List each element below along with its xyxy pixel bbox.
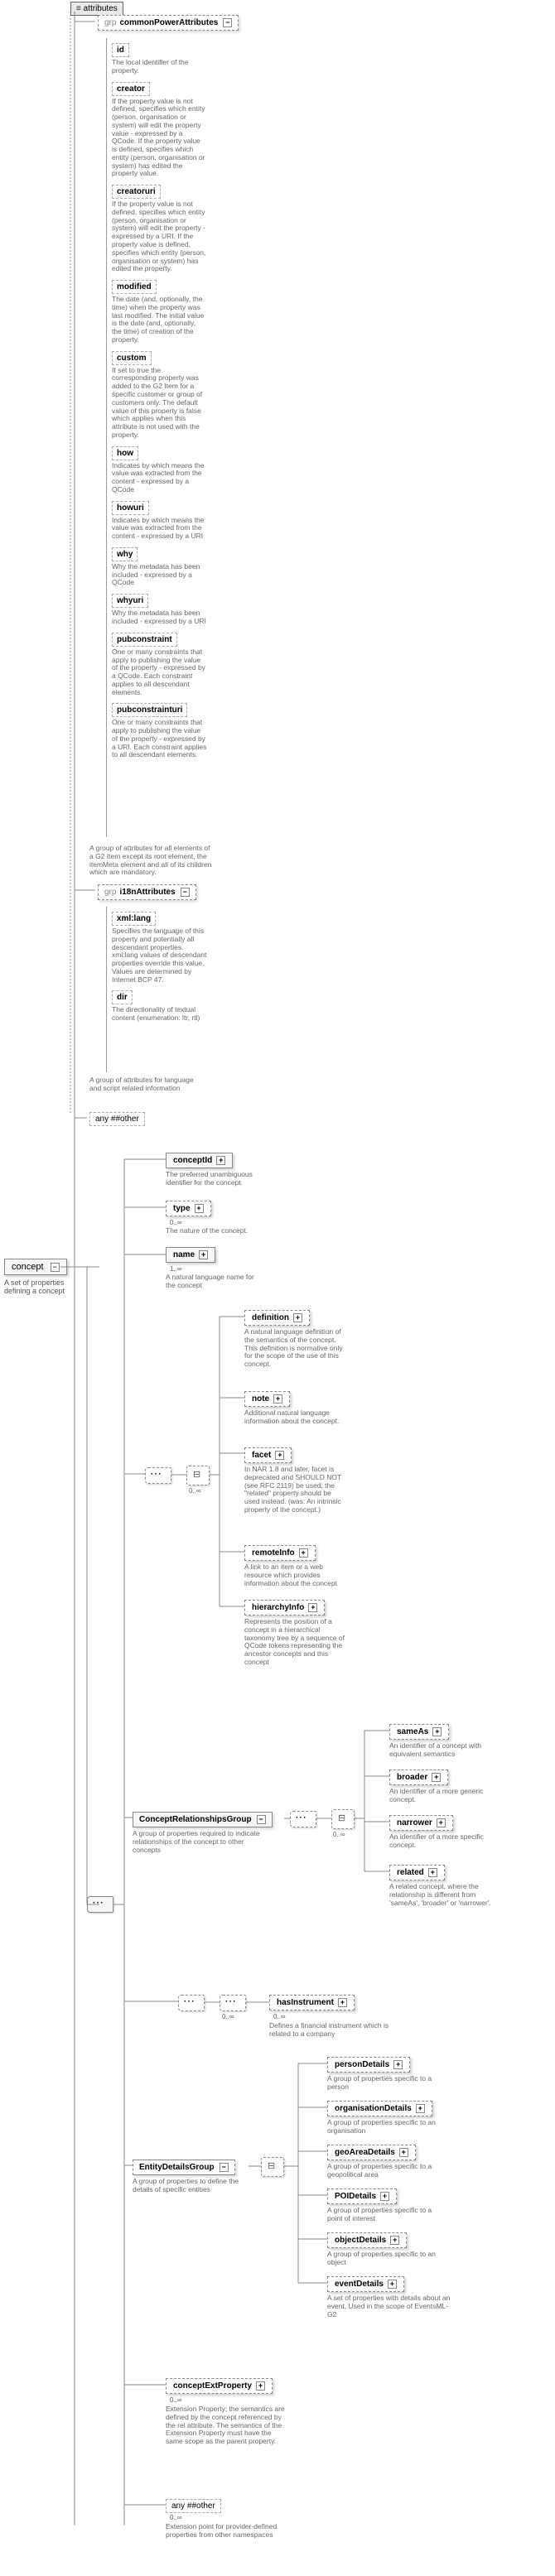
expand-icon[interactable]: − (220, 2163, 229, 2172)
elem-definition: definition+ (244, 1310, 310, 1326)
elem-geoAreaDetails: geoAreaDetails+ (327, 2145, 416, 2160)
elem-remoteInfo: remoteInfo+ (244, 1545, 316, 1561)
elem-facet: facet+ (244, 1447, 292, 1463)
attr-creator: creatorIf the property value is not defi… (112, 77, 207, 179)
expand-icon[interactable]: + (293, 1313, 302, 1322)
attributes-header: attributes (70, 2, 123, 16)
expand-icon[interactable]: + (308, 1603, 317, 1612)
expand-icon[interactable]: − (51, 1263, 60, 1272)
expand-icon[interactable]: + (388, 2280, 397, 2289)
expand-icon[interactable]: + (390, 2236, 399, 2245)
expand-icon[interactable]: + (299, 1548, 308, 1558)
root-concept: concept − (4, 1259, 67, 1275)
elem-personDetails: personDetails+ (327, 2057, 410, 2073)
attr-modified: modifiedThe date (and, optionally, the t… (112, 275, 207, 344)
root-name: concept (12, 1262, 44, 1272)
elem-note: note+ (244, 1391, 290, 1407)
grp1-rail (106, 38, 107, 837)
any-other-elem: any ##other (166, 2499, 221, 2513)
expand-icon[interactable]: − (181, 888, 190, 897)
expand-icon[interactable]: + (256, 2381, 265, 2391)
expand-icon[interactable]: + (432, 1727, 442, 1736)
expand-icon[interactable]: + (428, 1868, 437, 1877)
expand-icon[interactable]: − (257, 1815, 266, 1824)
expand-icon[interactable]: + (338, 1998, 347, 2007)
expand-icon[interactable]: + (437, 1818, 446, 1827)
attr-whyuri: whyuriWhy the metadata has been included… (112, 589, 207, 626)
sequence-icon (220, 1995, 246, 2011)
choice-icon (331, 1809, 355, 1829)
group-ConceptRelationshipsGroup: ConceptRelationshipsGroup− (133, 1812, 273, 1827)
grp2-attrs: xml:langSpecifies the language of this p… (112, 907, 207, 1024)
expand-icon[interactable]: + (275, 1451, 284, 1460)
attr-xmllang: xml:langSpecifies the language of this p… (112, 907, 207, 984)
elem-hasInstrument: hasInstrument+ (269, 1995, 355, 2010)
expand-icon[interactable]: + (432, 1773, 441, 1782)
expand-icon[interactable]: + (216, 1156, 225, 1165)
root-desc: A set of properties defining a concept (4, 1278, 66, 1295)
elem-broader: broader+ (389, 1769, 448, 1785)
elem-conceptExtProperty: conceptExtProperty+ (166, 2378, 273, 2394)
attr-why: whyWhy the metadata has been included - … (112, 542, 207, 587)
attr-id: idThe local identifier of the property. (112, 38, 207, 75)
elem-related: related+ (389, 1865, 445, 1880)
expand-icon[interactable]: + (416, 2104, 425, 2113)
expand-icon[interactable]: + (399, 2148, 408, 2157)
sequence-icon (178, 1995, 205, 2011)
elem-organisationDetails: organisationDetails+ (327, 2101, 432, 2116)
attr-custom: customIf set to true the corresponding p… (112, 346, 207, 440)
group-EntityDetailsGroup: EntityDetailsGroup− (133, 2160, 235, 2175)
expand-icon[interactable]: + (199, 1250, 208, 1259)
sequence-icon (290, 1811, 316, 1827)
choice-icon (186, 1466, 210, 1485)
grp1-attrs: idThe local identifier of the property. … (112, 38, 207, 761)
attr-pubconstrainturi: pubconstrainturiOne or many constraints … (112, 698, 207, 759)
attr-dir: dirThe directionality of textual content… (112, 985, 207, 1023)
elem-name: name+ (166, 1247, 215, 1263)
sequence-icon (145, 1467, 171, 1484)
expand-icon[interactable]: − (223, 18, 232, 27)
expand-icon[interactable]: + (393, 2060, 403, 2069)
grp2-rail (106, 907, 107, 1072)
elem-sameAs: sameAs+ (389, 1724, 449, 1740)
elem-hierarchyInfo: hierarchyInfo+ (244, 1600, 325, 1615)
sequence-icon (87, 1896, 113, 1913)
elem-narrower: narrower+ (389, 1815, 453, 1831)
elem-type: type+ (166, 1201, 211, 1216)
grp2-desc: A group of attributes for language and s… (89, 1076, 205, 1093)
expand-icon[interactable]: + (380, 2192, 389, 2201)
attr-howuri: howuriIndicates by which means the value… (112, 496, 207, 541)
choice-icon (261, 2157, 284, 2177)
expand-icon[interactable]: + (195, 1204, 204, 1213)
elem-objectDetails: objectDetails+ (327, 2232, 407, 2248)
attr-how: howIndicates by which means the value wa… (112, 441, 207, 494)
group-commonPowerAttributes: grpcommonPowerAttributes − (98, 15, 239, 31)
elem-eventDetails: eventDetails+ (327, 2276, 404, 2292)
elem-POIDetails: POIDetails+ (327, 2188, 397, 2204)
any-other-attr: any ##other (89, 1112, 145, 1126)
grp1-desc: A group of attributes for all elements o… (89, 845, 214, 877)
elem-conceptId: conceptId+ (166, 1153, 233, 1168)
attr-creatoruri: creatoruriIf the property value is not d… (112, 180, 207, 273)
expand-icon[interactable]: + (273, 1394, 282, 1404)
attr-pubconstraint: pubconstraintOne or many constraints tha… (112, 628, 207, 697)
group-i18nAttributes: grpi18nAttributes − (98, 884, 196, 900)
